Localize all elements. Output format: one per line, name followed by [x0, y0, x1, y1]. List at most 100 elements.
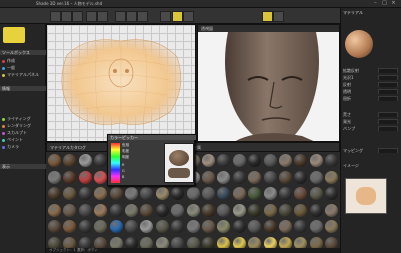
- material-swatch[interactable]: [186, 187, 200, 200]
- material-swatch[interactable]: [202, 170, 215, 184]
- property-row[interactable]: 反射: [343, 82, 400, 87]
- material-swatch[interactable]: [140, 220, 154, 233]
- property-row[interactable]: 拡散反射: [343, 68, 400, 73]
- material-swatch[interactable]: [279, 203, 292, 217]
- material-swatch[interactable]: [217, 187, 231, 200]
- close-button[interactable]: ×: [390, 1, 397, 6]
- material-swatch[interactable]: [248, 187, 262, 200]
- material-swatch[interactable]: [309, 187, 323, 200]
- hue-slider[interactable]: [111, 143, 120, 183]
- material-swatch[interactable]: [94, 203, 108, 217]
- move-tool-button[interactable]: [115, 11, 126, 22]
- material-swatch[interactable]: [63, 187, 77, 200]
- material-swatch[interactable]: [125, 187, 138, 200]
- material-swatch[interactable]: [294, 203, 308, 217]
- material-swatch[interactable]: [232, 187, 246, 200]
- value-field[interactable]: [378, 75, 398, 80]
- property-row[interactable]: マッピング: [343, 148, 400, 153]
- material-swatch[interactable]: [48, 154, 61, 167]
- material-swatch[interactable]: [109, 187, 123, 200]
- material-swatch[interactable]: [309, 154, 323, 167]
- toolbox-item[interactable]: スカルプト: [2, 130, 44, 135]
- material-swatch[interactable]: [48, 170, 61, 184]
- material-swatch[interactable]: [171, 203, 185, 217]
- material-swatch[interactable]: [109, 220, 123, 233]
- open-button[interactable]: [61, 11, 72, 22]
- material-swatch[interactable]: [232, 170, 246, 184]
- material-swatch[interactable]: [279, 220, 292, 233]
- material-swatch[interactable]: [263, 154, 277, 167]
- value-field[interactable]: [378, 82, 398, 87]
- material-swatch[interactable]: [202, 220, 215, 233]
- material-swatch[interactable]: [309, 220, 323, 233]
- texture-thumbnail[interactable]: [345, 178, 387, 214]
- scale-tool-button[interactable]: [137, 11, 148, 22]
- material-swatch[interactable]: [217, 170, 231, 184]
- toolbox-item[interactable]: ライティング: [2, 116, 44, 121]
- material-swatch[interactable]: [279, 170, 292, 184]
- uv-button[interactable]: [160, 11, 171, 22]
- material-swatch[interactable]: [232, 203, 246, 217]
- toolbox-item[interactable]: カメラ: [2, 144, 44, 149]
- material-swatch[interactable]: [63, 154, 77, 167]
- material-swatch[interactable]: [186, 220, 200, 233]
- material-swatch[interactable]: [202, 203, 215, 217]
- value-field[interactable]: [378, 68, 398, 73]
- material-swatch[interactable]: [325, 203, 339, 217]
- new-button[interactable]: [50, 11, 61, 22]
- material-swatch[interactable]: [279, 154, 292, 167]
- material-swatch[interactable]: [202, 154, 215, 167]
- 3d-viewport[interactable]: 透視図: [197, 24, 340, 142]
- material-swatch[interactable]: [155, 220, 169, 233]
- material-swatch[interactable]: [263, 187, 277, 200]
- material-swatch[interactable]: [325, 220, 339, 233]
- material-swatch[interactable]: [63, 170, 77, 184]
- material-swatch[interactable]: [94, 154, 108, 167]
- maximize-button[interactable]: □: [381, 1, 388, 6]
- material-swatch[interactable]: [78, 203, 92, 217]
- select-button[interactable]: [262, 11, 273, 22]
- material-swatch[interactable]: [232, 220, 246, 233]
- material-swatch[interactable]: [309, 170, 323, 184]
- value-field[interactable]: [378, 126, 398, 131]
- material-swatch[interactable]: [48, 187, 61, 200]
- value-field[interactable]: [378, 96, 398, 101]
- material-swatch[interactable]: [263, 170, 277, 184]
- material-swatch[interactable]: [248, 154, 262, 167]
- property-row[interactable]: 屈折: [343, 96, 400, 101]
- material-swatch[interactable]: [78, 187, 92, 200]
- material-swatch[interactable]: [248, 170, 262, 184]
- material-swatch[interactable]: [263, 220, 277, 233]
- material-swatch[interactable]: [48, 203, 61, 217]
- property-row[interactable]: 光沢1: [343, 75, 400, 80]
- material-swatch[interactable]: [155, 187, 169, 200]
- material-swatch[interactable]: [63, 203, 77, 217]
- material-swatch[interactable]: [125, 203, 138, 217]
- material-swatch[interactable]: [294, 154, 308, 167]
- property-row[interactable]: バンプ: [343, 126, 400, 131]
- toolbox-item[interactable]: レンダリング: [2, 123, 44, 128]
- toolbox-item[interactable]: マテリアルパネル: [2, 72, 44, 77]
- material-swatch[interactable]: [78, 170, 92, 184]
- material-swatch[interactable]: [78, 154, 92, 167]
- redo-button[interactable]: [97, 11, 108, 22]
- material-swatch[interactable]: [217, 220, 231, 233]
- material-swatch[interactable]: [232, 154, 246, 167]
- property-row[interactable]: 透明: [343, 89, 400, 94]
- options-button[interactable]: [273, 11, 284, 22]
- material-swatch[interactable]: [248, 220, 262, 233]
- material-swatch[interactable]: [263, 203, 277, 217]
- material-swatch[interactable]: [155, 203, 169, 217]
- material-swatch[interactable]: [48, 220, 61, 233]
- minimize-button[interactable]: –: [372, 1, 379, 6]
- uv-editor[interactable]: [46, 24, 196, 142]
- material-swatch[interactable]: [78, 220, 92, 233]
- material-swatch[interactable]: [171, 220, 185, 233]
- material-swatch[interactable]: [171, 187, 185, 200]
- material-swatch[interactable]: [279, 187, 292, 200]
- property-row[interactable]: 荒さ: [343, 112, 400, 117]
- material-swatch[interactable]: [125, 220, 138, 233]
- material-swatch[interactable]: [325, 170, 339, 184]
- material-swatch[interactable]: [309, 203, 323, 217]
- material-swatch[interactable]: [94, 187, 108, 200]
